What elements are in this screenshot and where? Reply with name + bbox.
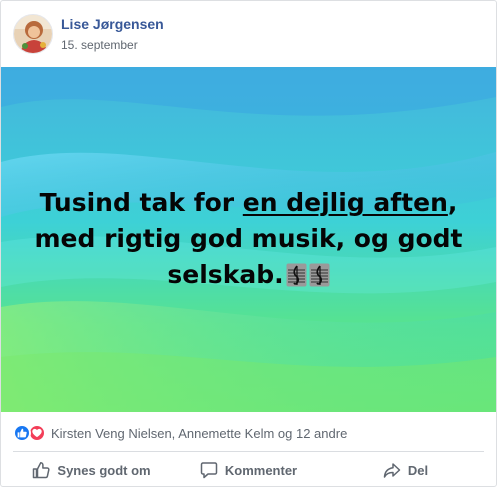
like-button-label: Synes godt om (57, 462, 151, 478)
facebook-post: Lise Jørgensen 15. september Tusind tak … (0, 0, 497, 487)
post-date[interactable]: 15. september (61, 38, 138, 52)
like-icon (13, 424, 31, 442)
comment-bubble-icon (200, 462, 218, 479)
comment-button[interactable]: Kommenter (170, 452, 327, 487)
comment-button-label: Kommenter (224, 462, 298, 478)
musical-score-emoji-icon (286, 263, 307, 287)
message-link[interactable]: en dejlig aften (243, 188, 448, 217)
post-background-banner: Tusind tak for en dejlig aften, med rigt… (1, 67, 496, 412)
post-actions-bar: Synes godt om Kommenter Del (13, 452, 484, 487)
share-button-label: Del (407, 462, 429, 478)
message-text-start: Tusind tak for (39, 188, 243, 217)
musical-score-emoji-icon (309, 263, 330, 287)
thumbs-up-icon (33, 462, 50, 479)
reactions-summary[interactable]: Kirsten Veng Nielsen, Annemette Kelm og … (13, 422, 347, 444)
share-button[interactable]: Del (327, 452, 484, 487)
reaction-names[interactable]: Kirsten Veng Nielsen, Annemette Kelm og … (51, 426, 347, 441)
share-arrow-icon (383, 463, 401, 478)
reaction-icons (13, 423, 49, 443)
post-header: Lise Jørgensen 15. september (1, 1, 496, 67)
author-avatar[interactable] (13, 14, 53, 54)
post-message: Tusind tak for en dejlig aften, med rigt… (23, 185, 474, 293)
author-name[interactable]: Lise Jørgensen (61, 16, 164, 32)
like-button[interactable]: Synes godt om (13, 452, 170, 487)
